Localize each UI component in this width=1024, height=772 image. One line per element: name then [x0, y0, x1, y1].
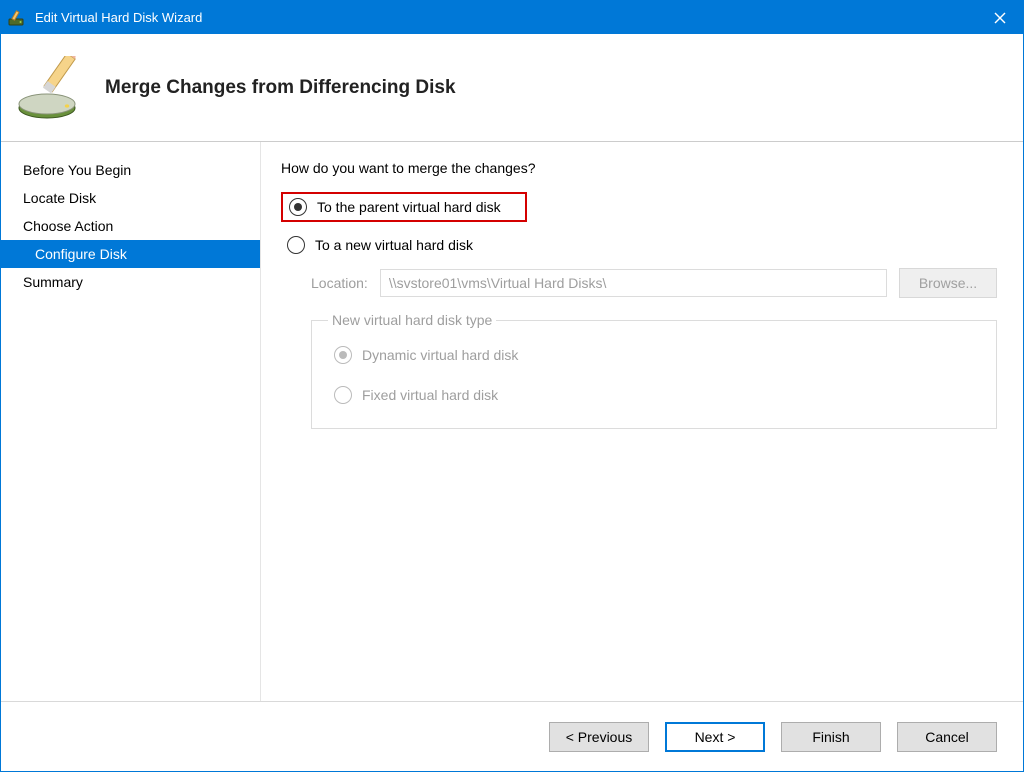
- new-disk-type-group: New virtual hard disk type Dynamic virtu…: [311, 312, 997, 429]
- step-locate-disk[interactable]: Locate Disk: [1, 184, 260, 212]
- radio-icon: [287, 236, 305, 254]
- new-disk-subsection: Location: Browse... New virtual hard dis…: [281, 268, 997, 429]
- wizard-content: How do you want to merge the changes? To…: [261, 142, 1023, 701]
- window-title: Edit Virtual Hard Disk Wizard: [35, 10, 977, 25]
- step-configure-disk[interactable]: Configure Disk: [1, 240, 260, 268]
- radio-icon: [334, 386, 352, 404]
- location-row: Location: Browse...: [311, 268, 997, 298]
- step-before-you-begin[interactable]: Before You Begin: [1, 156, 260, 184]
- previous-button[interactable]: < Previous: [549, 722, 649, 752]
- location-label: Location:: [311, 275, 368, 291]
- cancel-button[interactable]: Cancel: [897, 722, 997, 752]
- option-merge-to-new[interactable]: To a new virtual hard disk: [281, 232, 997, 258]
- wizard-body: Before You Begin Locate Disk Choose Acti…: [1, 142, 1023, 701]
- merge-prompt: How do you want to merge the changes?: [281, 160, 997, 176]
- radio-icon: [289, 198, 307, 216]
- window-close-button[interactable]: [977, 1, 1023, 34]
- location-input: [380, 269, 887, 297]
- app-icon: [7, 8, 27, 28]
- option-merge-to-parent[interactable]: To the parent virtual hard disk: [281, 192, 527, 222]
- new-disk-type-legend: New virtual hard disk type: [328, 312, 496, 328]
- wizard-icon: [17, 56, 81, 120]
- step-summary[interactable]: Summary: [1, 268, 260, 296]
- option-merge-to-new-label: To a new virtual hard disk: [315, 237, 473, 253]
- close-icon: [994, 12, 1006, 24]
- browse-button: Browse...: [899, 268, 997, 298]
- titlebar: Edit Virtual Hard Disk Wizard: [1, 1, 1023, 34]
- option-dynamic-disk-label: Dynamic virtual hard disk: [362, 347, 518, 363]
- wizard-steps-sidebar: Before You Begin Locate Disk Choose Acti…: [1, 142, 261, 701]
- radio-icon: [334, 346, 352, 364]
- option-merge-to-parent-label: To the parent virtual hard disk: [317, 199, 501, 215]
- option-fixed-disk: Fixed virtual hard disk: [328, 382, 980, 408]
- page-title: Merge Changes from Differencing Disk: [105, 77, 456, 99]
- wizard-header: Merge Changes from Differencing Disk: [1, 34, 1023, 142]
- wizard-footer: < Previous Next > Finish Cancel: [1, 701, 1023, 771]
- option-fixed-disk-label: Fixed virtual hard disk: [362, 387, 498, 403]
- option-dynamic-disk: Dynamic virtual hard disk: [328, 342, 980, 368]
- next-button[interactable]: Next >: [665, 722, 765, 752]
- step-choose-action[interactable]: Choose Action: [1, 212, 260, 240]
- finish-button[interactable]: Finish: [781, 722, 881, 752]
